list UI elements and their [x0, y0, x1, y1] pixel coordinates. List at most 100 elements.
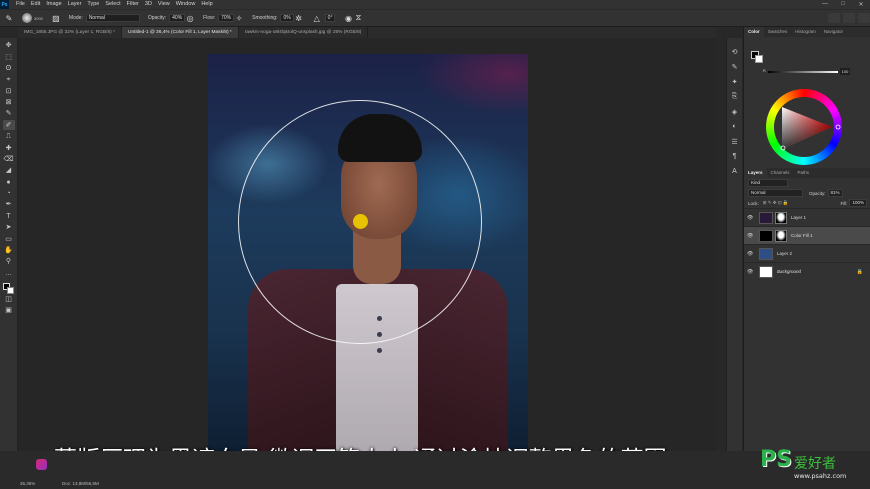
menu-select[interactable]: Select [102, 0, 123, 9]
layer-mask-thumbnail[interactable] [775, 229, 787, 242]
color-wheel[interactable] [766, 89, 842, 165]
layer-thumbnail[interactable] [759, 229, 773, 242]
brush-settings-icon[interactable]: ✎ [730, 62, 739, 71]
quick-mask-icon[interactable]: ◫ [3, 295, 15, 305]
blur-tool-icon[interactable]: ● [3, 177, 15, 187]
adjustments-icon[interactable]: ◐ [730, 122, 739, 131]
canvas-area[interactable] [18, 38, 716, 451]
tab-img-1855[interactable]: IMG_1855.JPG @ 32% (Layer 1, RGB/8) * [18, 27, 122, 38]
tab-paths[interactable]: Paths [794, 168, 814, 178]
brush-tool-icon[interactable]: ✎ [4, 13, 14, 23]
brush-tool-icon[interactable]: ✐ [2, 120, 15, 131]
healing-tool-icon[interactable]: ✚ [3, 143, 15, 153]
history-icon[interactable]: ⟲ [730, 47, 739, 56]
tab-histogram[interactable]: Histogram [791, 27, 820, 37]
quick-select-tool-icon[interactable]: ⌖ [3, 75, 15, 85]
frame-tool-icon[interactable]: ⊠ [3, 98, 15, 108]
zoom-tool-icon[interactable]: ⚲ [3, 257, 15, 267]
type-tool-icon[interactable]: T [3, 211, 15, 221]
character-icon[interactable]: A [730, 167, 739, 176]
menu-layer[interactable]: Layer [65, 0, 85, 9]
hand-tool-icon[interactable]: ✋ [3, 245, 15, 255]
brushes-icon[interactable]: ✦ [730, 77, 739, 86]
pen-tool-icon[interactable]: ✒ [3, 200, 15, 210]
layer-mask-thumbnail[interactable] [775, 211, 787, 224]
flow-field[interactable]: 70% [218, 14, 235, 22]
tab-navigator[interactable]: Navigator [820, 27, 847, 37]
shape-tool-icon[interactable]: ▭ [3, 234, 15, 244]
close-button[interactable]: ✕ [852, 1, 870, 8]
mode-select[interactable]: Normal [85, 14, 140, 22]
layer-thumbnail[interactable] [759, 211, 773, 224]
smoothing-field[interactable]: 0% [280, 14, 294, 22]
minimize-button[interactable]: — [816, 1, 834, 8]
lock-icon[interactable]: 🔒 [857, 269, 863, 275]
visibility-eye-icon[interactable]: 👁 [747, 215, 755, 221]
layer-thumbnail[interactable] [759, 247, 773, 260]
menu-filter[interactable]: Filter [124, 0, 142, 9]
fill-field[interactable]: 100% [849, 199, 867, 207]
color-panel-background[interactable] [755, 55, 763, 63]
menu-view[interactable]: View [155, 0, 173, 9]
color-triangle[interactable] [766, 89, 842, 165]
lock-icons[interactable]: ⊞ ✎ ✥ ⊡ 🔒 [763, 200, 789, 206]
color-swatches[interactable] [2, 282, 16, 294]
menu-window[interactable]: Window [173, 0, 199, 9]
k-value-field[interactable]: 100 [840, 68, 850, 75]
tab-layers[interactable]: Layers [744, 168, 767, 178]
marquee-tool-icon[interactable]: ⬚ [3, 52, 15, 62]
layer-row-background[interactable]: 👁 Background 🔒 [744, 262, 870, 280]
tab-channels[interactable]: Channels [767, 168, 794, 178]
dodge-tool-icon[interactable]: ◔ [3, 189, 15, 199]
3d-icon[interactable]: ◈ [730, 107, 739, 116]
tab-swatches[interactable]: Swatches [764, 27, 792, 37]
share-icon[interactable] [858, 13, 870, 23]
eraser-tool-icon[interactable]: ⌫ [3, 154, 15, 164]
zoom-level[interactable]: 36,36% [20, 481, 35, 486]
gradient-tool-icon[interactable]: ◢ [3, 166, 15, 176]
brush-settings-icon[interactable]: ▨ [51, 13, 61, 23]
properties-icon[interactable]: ☰ [730, 137, 739, 146]
menu-file[interactable]: File [13, 0, 28, 9]
visibility-eye-icon[interactable]: 👁 [747, 233, 755, 239]
menu-edit[interactable]: Edit [28, 0, 43, 9]
visibility-eye-icon[interactable]: 👁 [747, 269, 755, 275]
menu-image[interactable]: Image [43, 0, 64, 9]
symmetry-icon[interactable]: ⧖ [353, 13, 363, 23]
gear-icon[interactable]: ✲ [294, 13, 304, 23]
pressure-opacity-icon[interactable]: ◎ [185, 13, 195, 23]
layer-opacity-field[interactable]: 81% [827, 189, 843, 197]
visibility-eye-icon[interactable]: 👁 [747, 251, 755, 257]
clone-stamp-tool-icon[interactable]: ⎍ [3, 132, 15, 142]
paragraph-icon[interactable]: ¶ [730, 152, 739, 161]
brush-preset-picker[interactable] [22, 13, 32, 23]
blend-mode-select[interactable]: Normal [748, 189, 803, 197]
eyedropper-tool-icon[interactable]: ✎ [3, 109, 15, 119]
layer-row-color-fill-1[interactable]: 👁 Color Fill 1 [744, 226, 870, 244]
background-color[interactable] [6, 286, 14, 294]
k-slider[interactable] [768, 71, 838, 73]
clone-source-icon[interactable]: ⎘ [730, 92, 739, 101]
crop-tool-icon[interactable]: ⊡ [3, 86, 15, 96]
opacity-field[interactable]: 40% [169, 14, 186, 22]
layer-row-layer-2[interactable]: 👁 Layer 2 [744, 244, 870, 262]
pressure-size-icon[interactable]: ◉ [343, 13, 353, 23]
angle-field[interactable]: 0° [324, 14, 336, 22]
path-select-tool-icon[interactable]: ➤ [3, 223, 15, 233]
tab-untitled-1[interactable]: Untitled-1 @ 36,4% (Color Fill 1, Layer … [121, 27, 239, 38]
maximize-button[interactable]: □ [834, 1, 852, 8]
move-tool-icon[interactable]: ✥ [3, 41, 15, 51]
more-tools-icon[interactable]: … [3, 268, 15, 278]
layer-row-layer-1[interactable]: 👁 Layer 1 [744, 208, 870, 226]
tab-color[interactable]: Color [744, 27, 764, 37]
screen-mode-icon[interactable]: ▣ [3, 306, 15, 316]
menu-3d[interactable]: 3D [142, 0, 155, 9]
filter-kind-select[interactable]: Kind [748, 179, 788, 187]
tab-rawkm-noga[interactable]: rawkm-noga-o8l4lqkIolQ-unsplash.jpg @ 25… [238, 27, 369, 38]
search-icon[interactable] [828, 13, 840, 23]
menu-type[interactable]: Type [84, 0, 102, 9]
workspace-icon[interactable] [843, 13, 855, 23]
menu-help[interactable]: Help [198, 0, 215, 9]
airbrush-icon[interactable]: ✧ [234, 13, 244, 23]
layer-thumbnail[interactable] [759, 265, 773, 278]
